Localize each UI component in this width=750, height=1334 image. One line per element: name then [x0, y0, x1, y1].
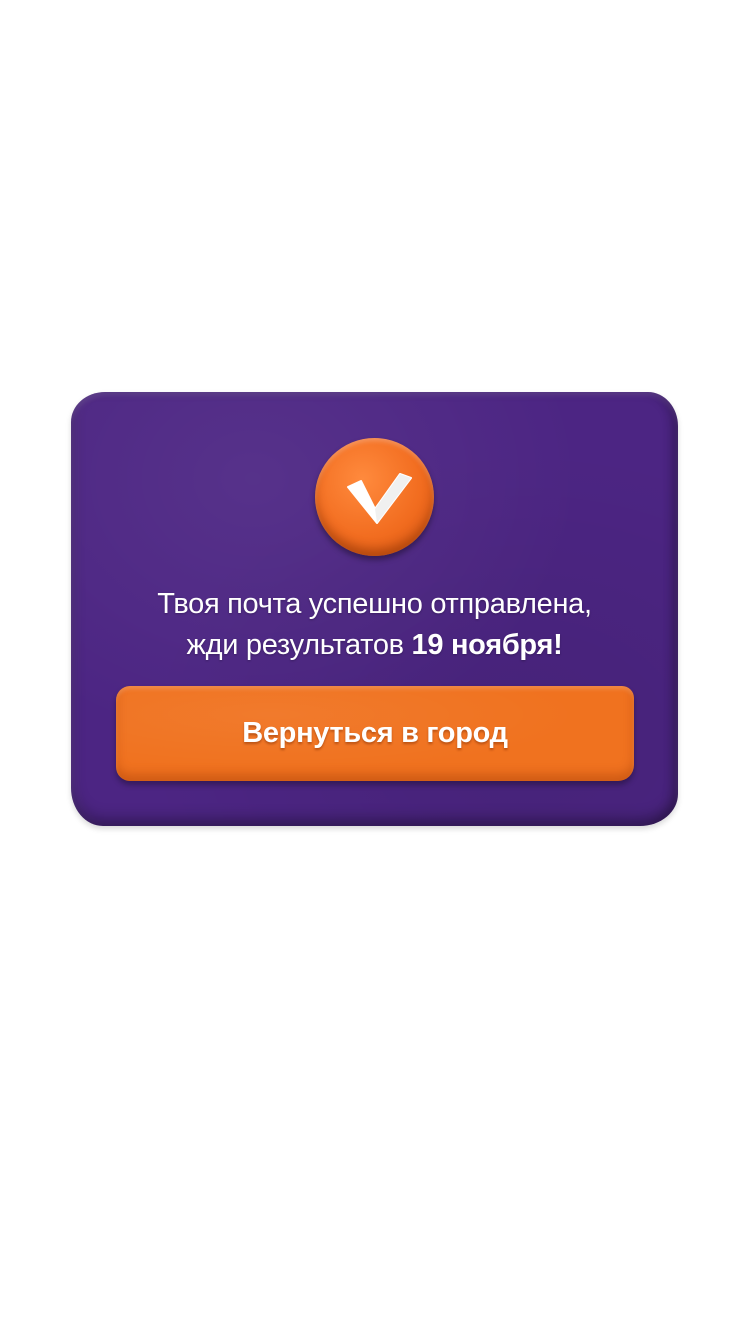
- return-to-city-label: Вернуться в город: [242, 717, 508, 749]
- page: Твоя почта успешно отправлена, жди резул…: [0, 0, 750, 1334]
- success-message: Твоя почта успешно отправлена, жди резул…: [71, 584, 678, 666]
- success-dialog: Твоя почта успешно отправлена, жди резул…: [71, 392, 678, 826]
- message-line-2: жди результатов 19 ноября!: [71, 625, 678, 666]
- checkmark-icon: [347, 473, 412, 524]
- message-line-2-text: жди результатов: [186, 629, 412, 661]
- success-badge: [315, 438, 434, 556]
- result-date: 19 ноября!: [411, 629, 563, 661]
- return-to-city-button[interactable]: Вернуться в город: [116, 686, 634, 781]
- message-line-1: Твоя почта успешно отправлена,: [157, 588, 592, 620]
